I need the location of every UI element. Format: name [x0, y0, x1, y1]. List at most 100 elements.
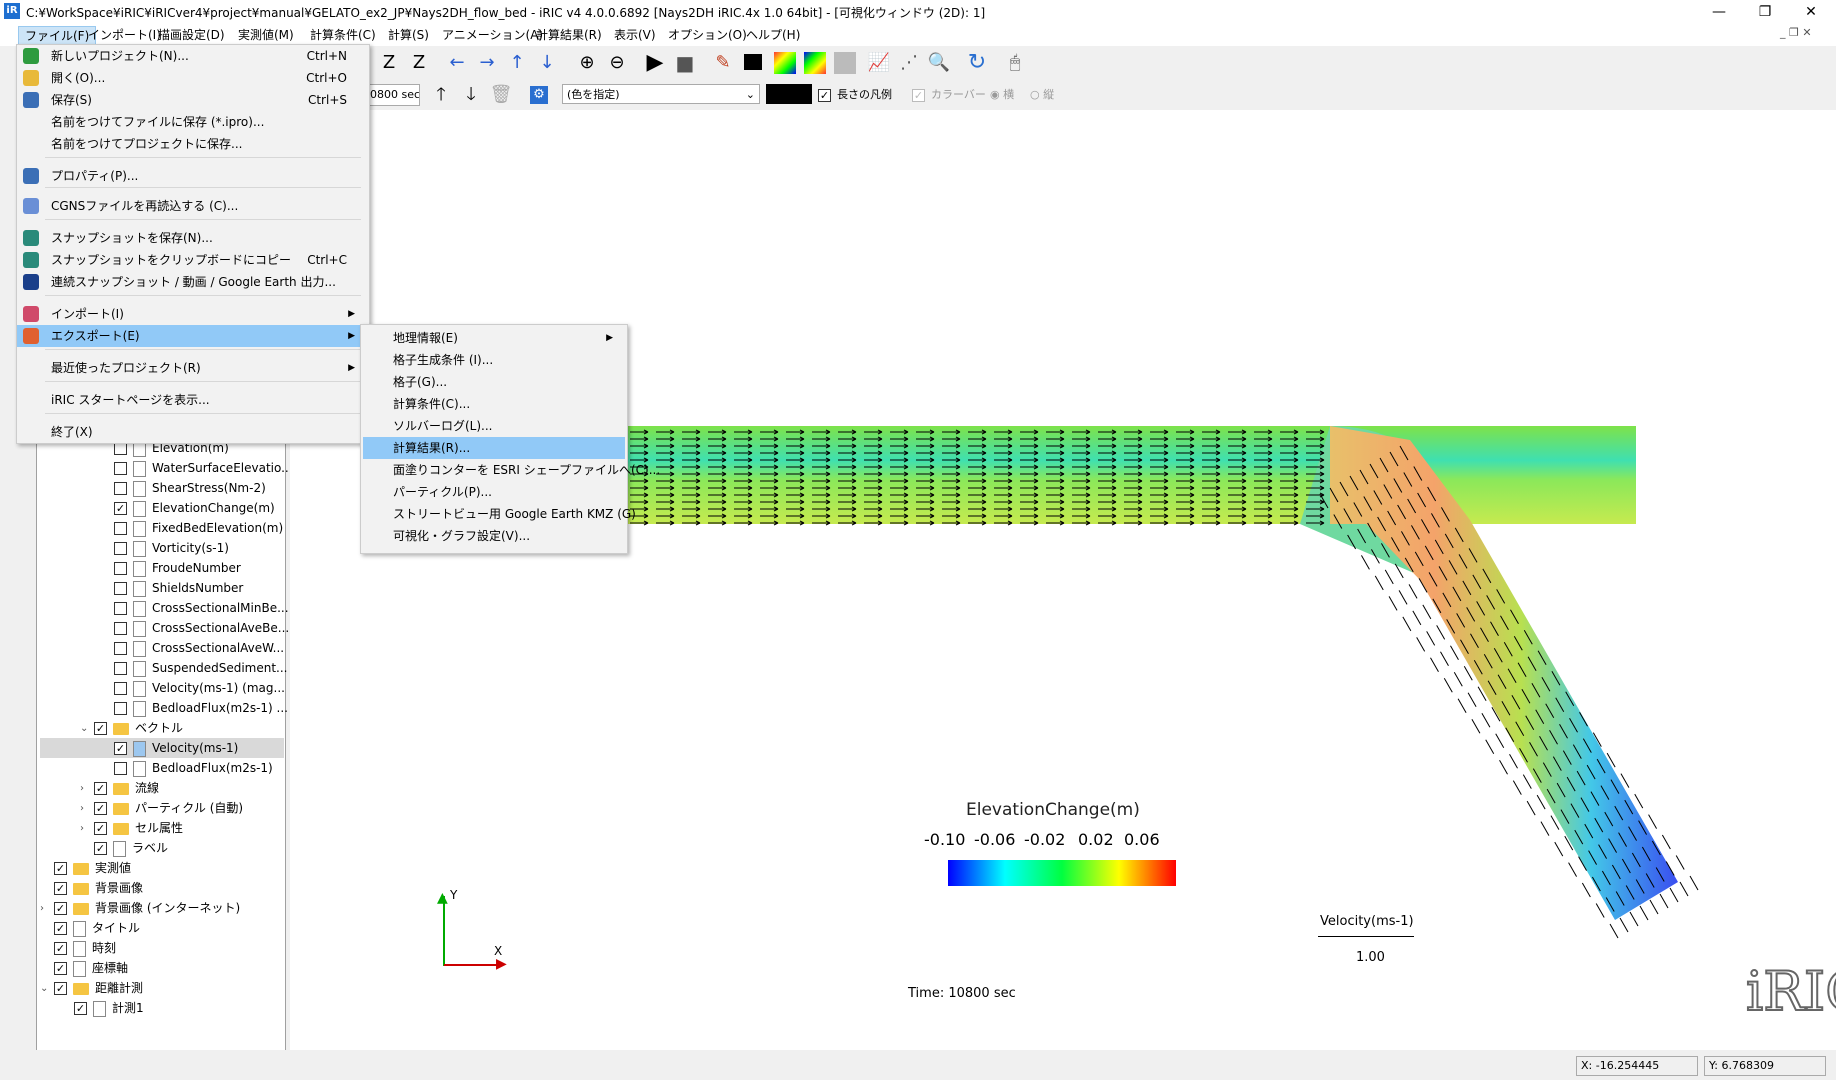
export-menu-item[interactable]: 計算条件(C)...	[363, 393, 625, 415]
graph-icon[interactable]: 📈	[866, 50, 892, 76]
tree-item-vector[interactable]: ✓ Velocity(ms-1)	[40, 738, 284, 758]
zoom-out-icon[interactable]: ⊖	[604, 50, 630, 76]
export-menu-item[interactable]: 計算結果(R)...	[363, 437, 625, 459]
tree-checkbox[interactable]	[114, 562, 127, 575]
export-menu-item[interactable]: 面塗りコンターを ESRI シェープファイルへ(C)...	[363, 459, 660, 481]
file-menu-item[interactable]: 終了(X)	[17, 421, 367, 443]
export-menu-item[interactable]: 可視化・グラフ設定(V)...	[363, 525, 625, 547]
tree-item-scalar[interactable]: SuspendedSediment...	[40, 658, 287, 678]
rotate-z-icon[interactable]: Z	[376, 50, 402, 76]
tree-group-top[interactable]: ✓ 座標軸	[40, 958, 284, 978]
tree-group-top[interactable]: ⌄ ✓ 距離計測	[40, 978, 284, 998]
file-menu-item[interactable]: 名前をつけてファイルに保存 (*.ipro)...	[17, 111, 367, 133]
tree-item-scalar[interactable]: ShearStress(Nm-2)	[40, 478, 284, 498]
tree-item-vector[interactable]: BedloadFlux(m2s-1)	[40, 758, 284, 778]
tree-checkbox[interactable]: ✓	[54, 982, 67, 995]
tree-checkbox[interactable]: ✓	[54, 962, 67, 975]
tree-item-scalar[interactable]: WaterSurfaceElevatio...	[40, 458, 293, 478]
tree-checkbox[interactable]	[114, 682, 127, 695]
2d-bird-view-icon[interactable]	[802, 50, 828, 76]
file-menu-item[interactable]: CGNSファイルを再読込する (C)...	[17, 195, 367, 217]
tree-checkbox[interactable]	[114, 602, 127, 615]
tree-checkbox[interactable]	[114, 642, 127, 655]
tree-item-scalar[interactable]: CrossSectionalAveW...	[40, 638, 284, 658]
color-select[interactable]: (色を指定) ⌄	[562, 84, 760, 104]
tree-group-top[interactable]: › ✓ 背景画像 (インターネット)	[40, 898, 284, 918]
rotate-zx-icon[interactable]: Z	[406, 50, 432, 76]
export-menu-item[interactable]: ソルバーログ(L)...	[363, 415, 625, 437]
move-down-icon[interactable]: ↓	[534, 50, 560, 76]
tree-item-scalar[interactable]: ShieldsNumber	[40, 578, 284, 598]
refresh-icon[interactable]: ↻	[964, 50, 990, 76]
3d-view-icon[interactable]	[832, 50, 858, 76]
length-legend-check[interactable]: ✓	[818, 88, 831, 102]
tree-checkbox[interactable]: ✓	[74, 1002, 87, 1015]
restore-button[interactable]: ❐	[1742, 0, 1788, 24]
tree-checkbox[interactable]: ✓	[94, 722, 107, 735]
tree-checkbox[interactable]: ✓	[54, 882, 67, 895]
minimize-button[interactable]: —	[1696, 0, 1742, 24]
tree-checkbox[interactable]: ✓	[114, 502, 127, 515]
scatter-graph-icon[interactable]: ⋰	[896, 50, 922, 76]
collapse-icon[interactable]: ⌄	[40, 979, 54, 999]
menu-calc-conditions[interactable]: 計算条件(C)	[304, 26, 382, 44]
tree-checkbox[interactable]: ✓	[54, 862, 67, 875]
settings-icon[interactable]: ⚙	[526, 82, 552, 108]
export-menu-item[interactable]: パーティクル(P)...	[363, 481, 625, 503]
tree-item-scalar[interactable]: FroudeNumber	[40, 558, 284, 578]
file-menu-item[interactable]: スナップショットをクリップボードにコピー Ctrl+C	[17, 249, 367, 271]
tree-item-scalar[interactable]: FixedBedElevation(m)	[40, 518, 284, 538]
menu-calculation[interactable]: 計算(S)	[382, 26, 435, 44]
file-menu-item[interactable]: 開く(O)... Ctrl+O	[17, 67, 367, 89]
tree-checkbox[interactable]: ✓	[54, 902, 67, 915]
tree-checkbox[interactable]: ✓	[54, 942, 67, 955]
file-menu-item[interactable]: プロパティ(P)...	[17, 165, 367, 187]
menu-measured[interactable]: 実測値(M)	[232, 26, 300, 44]
tree-checkbox[interactable]	[114, 522, 127, 535]
tree-group-top[interactable]: ✓ 実測値	[40, 858, 284, 878]
pencil-icon[interactable]: ✎	[710, 50, 736, 76]
export-menu-item[interactable]: 格子(G)...	[363, 371, 625, 393]
color-swatch[interactable]	[766, 84, 812, 104]
tree-checkbox[interactable]: ✓	[94, 782, 107, 795]
tree-item-scalar[interactable]: Vorticity(s-1)	[40, 538, 284, 558]
zoom-in-icon[interactable]: ⊕	[574, 50, 600, 76]
tree-group-top[interactable]: ✓ 時刻	[40, 938, 284, 958]
menu-draw-settings[interactable]: 描画設定(D)	[152, 26, 231, 44]
file-menu-item[interactable]: iRIC スタートページを表示...	[17, 389, 367, 411]
tree-group-top[interactable]: ✓ 背景画像	[40, 878, 284, 898]
2d-view-icon[interactable]	[772, 50, 798, 76]
stop-icon[interactable]: ■	[672, 50, 698, 76]
move-left-icon[interactable]: ←	[444, 50, 470, 76]
tree-checkbox[interactable]: ✓	[54, 922, 67, 935]
tree-group[interactable]: ✓ ラベル	[40, 838, 284, 858]
tree-group[interactable]: › ✓ パーティクル (自動)	[40, 798, 284, 818]
expand-icon[interactable]: ›	[80, 779, 94, 799]
tree-checkbox[interactable]: ✓	[94, 842, 107, 855]
file-menu-item[interactable]: エクスポート(E) ▶	[17, 325, 367, 347]
tree-checkbox[interactable]	[114, 482, 127, 495]
expand-icon[interactable]: ›	[80, 799, 94, 819]
expand-icon[interactable]: ›	[40, 899, 54, 919]
tree-group[interactable]: › ✓ セル属性	[40, 818, 284, 838]
mouse-icon[interactable]: 🖱	[1002, 50, 1028, 76]
file-menu-item[interactable]: 最近使ったプロジェクト(R) ▶	[17, 357, 367, 379]
tree-checkbox[interactable]	[114, 542, 127, 555]
file-menu-item[interactable]: スナップショットを保存(N)...	[17, 227, 367, 249]
tree-checkbox[interactable]	[114, 622, 127, 635]
play-icon[interactable]: ▶	[642, 50, 668, 76]
tree-item-measure[interactable]: ✓ 計測1	[40, 998, 284, 1018]
tree-checkbox[interactable]	[114, 762, 127, 775]
mdi-controls[interactable]: _ ❐ ✕	[1780, 26, 1812, 39]
tree-item-scalar[interactable]: ✓ ElevationChange(m)	[40, 498, 284, 518]
move-right-icon[interactable]: →	[474, 50, 500, 76]
search-graph-icon[interactable]: 🔍	[926, 50, 952, 76]
menu-view[interactable]: 表示(V)	[608, 26, 662, 44]
file-menu-item[interactable]: インポート(I) ▶	[17, 303, 367, 325]
export-menu-item[interactable]: 地理情報(E) ▶	[363, 327, 625, 349]
tree-checkbox[interactable]: ✓	[94, 822, 107, 835]
terminal-icon[interactable]	[740, 50, 766, 76]
tree-item-scalar[interactable]: CrossSectionalMinBe...	[40, 598, 289, 618]
arrow-up-icon[interactable]: 🡑	[428, 82, 454, 108]
tree-checkbox[interactable]	[114, 582, 127, 595]
